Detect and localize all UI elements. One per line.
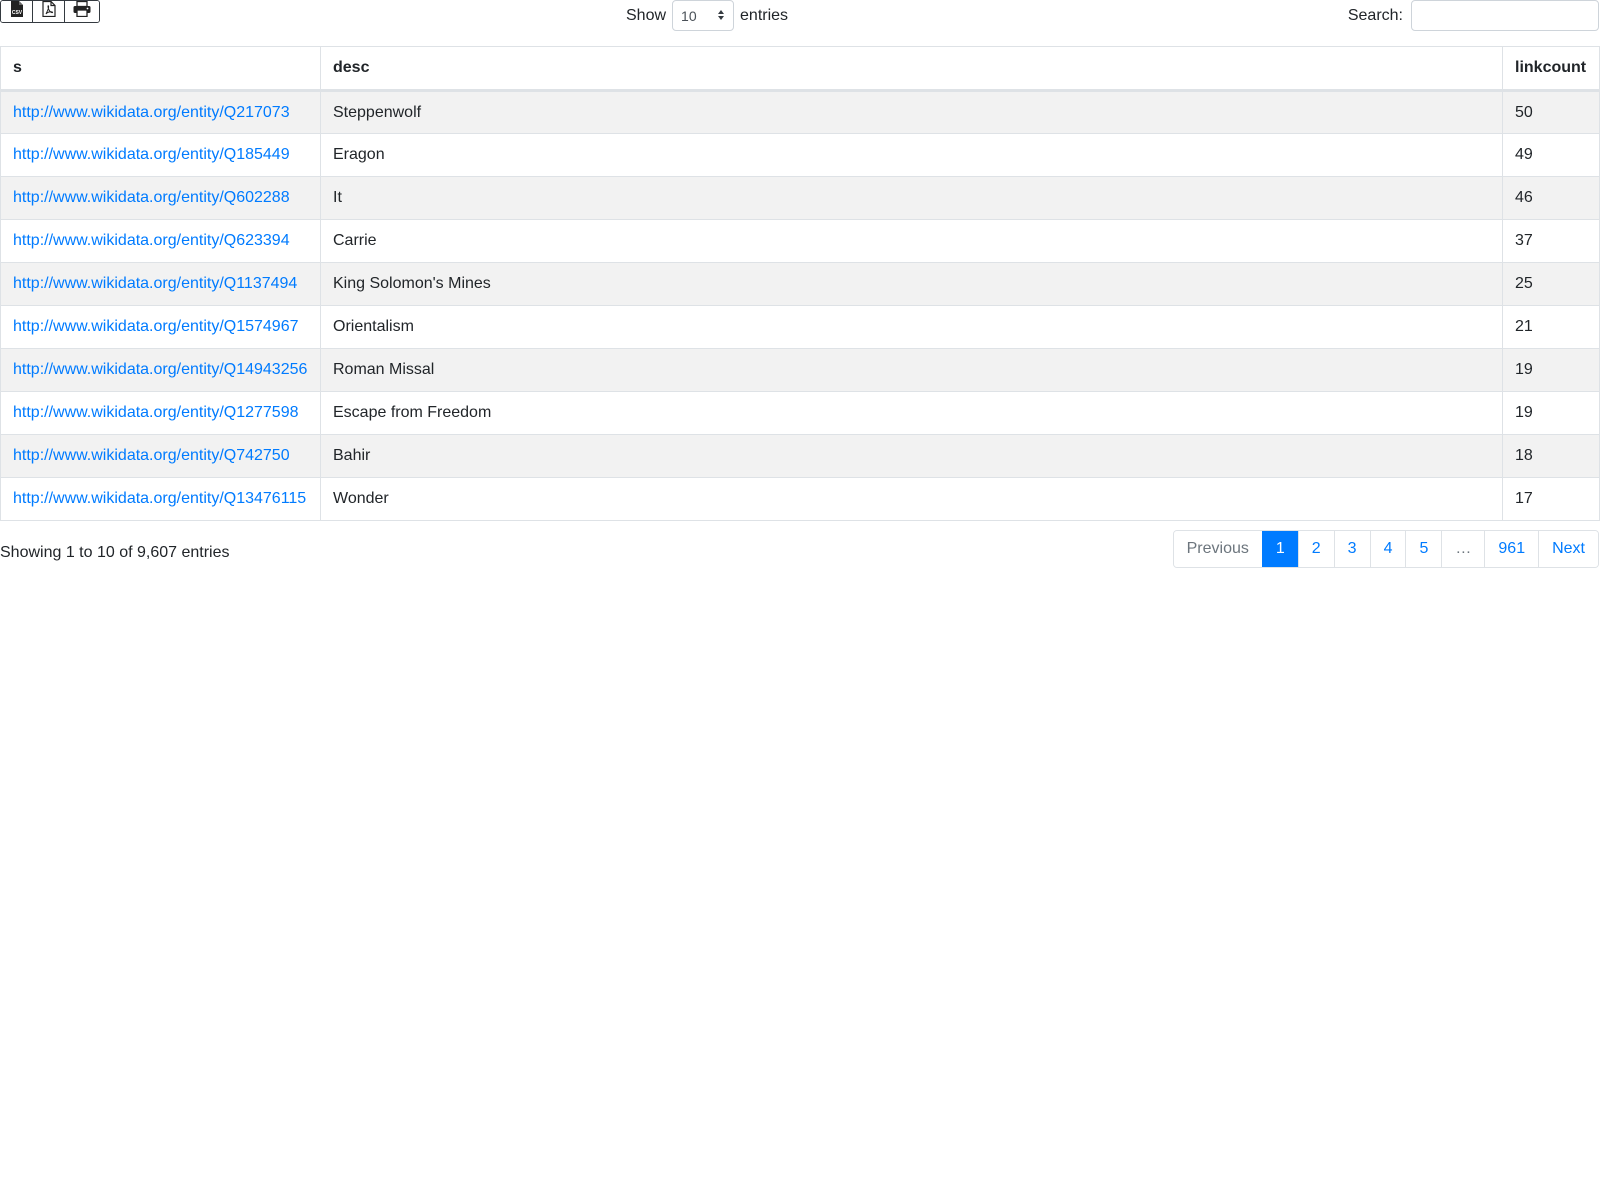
search-control: Search: bbox=[1348, 0, 1599, 31]
cell-linkcount: 17 bbox=[1502, 477, 1600, 521]
length-prefix-label: Show bbox=[626, 6, 667, 24]
cell-linkcount: 19 bbox=[1502, 391, 1600, 435]
entity-link[interactable]: http://www.wikidata.org/entity/Q217073 bbox=[13, 104, 290, 121]
print-button[interactable] bbox=[65, 1, 99, 22]
pdf-file-icon bbox=[41, 1, 56, 22]
table-info: Showing 1 to 10 of 9,607 entries bbox=[0, 544, 230, 561]
cell-desc: Bahir bbox=[320, 434, 1503, 478]
cell-linkcount: 19 bbox=[1502, 348, 1600, 392]
pagination-page-last[interactable]: 961 bbox=[1484, 531, 1539, 567]
cell-desc: Orientalism bbox=[320, 305, 1503, 349]
pagination-page-1[interactable]: 1 bbox=[1261, 531, 1298, 567]
cell-desc: King Solomon's Mines bbox=[320, 262, 1503, 306]
cell-desc: Eragon bbox=[320, 133, 1503, 177]
cell-linkcount: 46 bbox=[1502, 176, 1600, 220]
table-row: http://www.wikidata.org/entity/Q1137494 … bbox=[0, 262, 1600, 306]
length-suffix-label: entries bbox=[740, 6, 789, 24]
table-row: http://www.wikidata.org/entity/Q602288 I… bbox=[0, 176, 1600, 220]
entity-link[interactable]: http://www.wikidata.org/entity/Q742750 bbox=[13, 447, 290, 464]
entity-link[interactable]: http://www.wikidata.org/entity/Q13476115 bbox=[13, 490, 306, 507]
cell-s: http://www.wikidata.org/entity/Q602288 bbox=[0, 176, 321, 220]
page-length-select[interactable]: 10 bbox=[672, 0, 735, 31]
cell-s: http://www.wikidata.org/entity/Q185449 bbox=[0, 133, 321, 177]
entity-link[interactable]: http://www.wikidata.org/entity/Q1277598 bbox=[13, 404, 299, 421]
cell-s: http://www.wikidata.org/entity/Q1574967 bbox=[0, 305, 321, 349]
cell-s: http://www.wikidata.org/entity/Q1277598 bbox=[0, 391, 321, 435]
pagination: Previous 1 2 3 4 5 … 961 Next bbox=[1172, 530, 1599, 568]
cell-desc: Carrie bbox=[320, 219, 1503, 263]
pagination-page-3[interactable]: 3 bbox=[1333, 531, 1370, 567]
table-row: http://www.wikidata.org/entity/Q217073 S… bbox=[0, 90, 1600, 134]
cell-linkcount: 25 bbox=[1502, 262, 1600, 306]
pagination-page-2[interactable]: 2 bbox=[1297, 531, 1334, 567]
cell-s: http://www.wikidata.org/entity/Q742750 bbox=[0, 434, 321, 478]
cell-desc: Escape from Freedom bbox=[320, 391, 1503, 435]
cell-desc: Wonder bbox=[320, 477, 1503, 521]
table-row: http://www.wikidata.org/entity/Q14943256… bbox=[0, 348, 1600, 392]
export-pdf-button[interactable] bbox=[33, 1, 65, 22]
entity-link[interactable]: http://www.wikidata.org/entity/Q602288 bbox=[13, 189, 290, 206]
search-input[interactable] bbox=[1411, 0, 1599, 31]
search-label: Search: bbox=[1347, 6, 1403, 24]
cell-linkcount: 37 bbox=[1502, 219, 1600, 263]
print-icon bbox=[73, 1, 91, 22]
cell-linkcount: 49 bbox=[1502, 133, 1600, 177]
table-footer: Showing 1 to 10 of 9,607 entries Previou… bbox=[0, 521, 1600, 581]
cell-s: http://www.wikidata.org/entity/Q1137494 bbox=[0, 262, 321, 306]
column-header-linkcount[interactable]: linkcount bbox=[1502, 46, 1600, 92]
cell-linkcount: 18 bbox=[1502, 434, 1600, 478]
entity-link[interactable]: http://www.wikidata.org/entity/Q14943256 bbox=[13, 361, 307, 378]
page-length-value: 10 bbox=[681, 7, 697, 24]
pagination-page-4[interactable]: 4 bbox=[1369, 531, 1406, 567]
cell-desc: It bbox=[320, 176, 1503, 220]
table-row: http://www.wikidata.org/entity/Q1277598 … bbox=[0, 391, 1600, 435]
cell-s: http://www.wikidata.org/entity/Q623394 bbox=[0, 219, 321, 263]
cell-desc: Roman Missal bbox=[320, 348, 1503, 392]
page-length-control: Show 10 entries bbox=[626, 0, 788, 31]
entity-link[interactable]: http://www.wikidata.org/entity/Q1574967 bbox=[13, 318, 299, 335]
pagination-next[interactable]: Next bbox=[1538, 531, 1598, 567]
table-row: http://www.wikidata.org/entity/Q623394 C… bbox=[0, 219, 1600, 263]
export-button-group: CSV bbox=[0, 0, 100, 23]
table-controls: CSV Show 10 entries Search: bbox=[0, 0, 1600, 46]
svg-text:CSV: CSV bbox=[11, 10, 22, 16]
pagination-page-5[interactable]: 5 bbox=[1405, 531, 1442, 567]
results-table: s desc linkcount http://www.wikidata.org… bbox=[0, 46, 1600, 521]
csv-file-icon: CSV bbox=[10, 1, 24, 22]
column-header-s[interactable]: s bbox=[0, 46, 321, 92]
sort-arrows-icon bbox=[717, 8, 725, 24]
cell-s: http://www.wikidata.org/entity/Q217073 bbox=[0, 90, 321, 134]
entity-link[interactable]: http://www.wikidata.org/entity/Q623394 bbox=[13, 232, 290, 249]
pagination-previous[interactable]: Previous bbox=[1173, 531, 1262, 567]
column-header-desc[interactable]: desc bbox=[320, 46, 1503, 92]
pagination-ellipsis: … bbox=[1441, 531, 1485, 567]
entity-link[interactable]: http://www.wikidata.org/entity/Q185449 bbox=[13, 146, 290, 163]
cell-s: http://www.wikidata.org/entity/Q13476115 bbox=[0, 477, 321, 521]
table-row: http://www.wikidata.org/entity/Q185449 E… bbox=[0, 133, 1600, 177]
table-header-row: s desc linkcount bbox=[0, 46, 1600, 92]
entity-link[interactable]: http://www.wikidata.org/entity/Q1137494 bbox=[13, 275, 297, 292]
table-row: http://www.wikidata.org/entity/Q13476115… bbox=[0, 477, 1600, 521]
cell-s: http://www.wikidata.org/entity/Q14943256 bbox=[0, 348, 321, 392]
table-row: http://www.wikidata.org/entity/Q1574967 … bbox=[0, 305, 1600, 349]
export-csv-button[interactable]: CSV bbox=[1, 1, 33, 22]
cell-linkcount: 50 bbox=[1502, 90, 1600, 134]
cell-linkcount: 21 bbox=[1502, 305, 1600, 349]
cell-desc: Steppenwolf bbox=[320, 90, 1503, 134]
table-row: http://www.wikidata.org/entity/Q742750 B… bbox=[0, 434, 1600, 478]
